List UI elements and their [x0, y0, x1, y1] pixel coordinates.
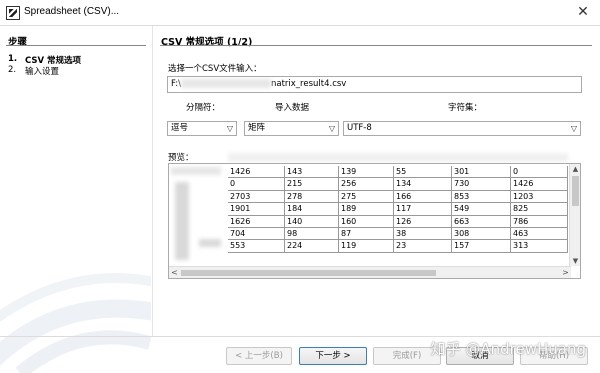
table-cell: 0	[228, 178, 285, 191]
separator-label: 分隔符：	[186, 103, 221, 113]
table-cell: 1901	[228, 203, 285, 216]
chevron-down-icon: ▽	[226, 124, 233, 133]
file-path-suffix: natrix_result4.csv	[270, 79, 347, 89]
watermark: 知乎 @AndrewHuang	[430, 340, 586, 358]
step-label: 输入设置	[25, 67, 60, 77]
table-cell: 38	[394, 228, 452, 241]
charset-value: UTF-8	[347, 123, 372, 133]
preview-table[interactable]: 1426 143 139 55 301 0 0 215 256 134 730 1426 2703 278…	[168, 163, 581, 279]
scroll-up-icon[interactable]: ▲	[570, 165, 580, 173]
table-cell: 825	[511, 203, 568, 216]
table-cell: 853	[452, 190, 511, 204]
footer-divider	[0, 336, 600, 337]
table-cell: 189	[339, 203, 394, 216]
next-button[interactable]: 下一步 >	[299, 347, 367, 365]
redacted-row-labels	[169, 164, 229, 264]
table-cell: 184	[285, 203, 339, 216]
import-data-select[interactable]: 矩阵 ▽	[244, 121, 339, 136]
import-value: 矩阵	[248, 123, 266, 133]
table-cell: 119	[339, 240, 394, 253]
table-cell: 117	[394, 203, 452, 216]
table-cell: 2703	[228, 190, 285, 204]
table-cell: 98	[285, 228, 339, 241]
table-cell: 166	[394, 190, 452, 204]
table-cell: 87	[339, 228, 394, 241]
table-cell: 139	[339, 166, 394, 179]
file-path-prefix: F:\	[171, 79, 181, 89]
table-cell: 553	[228, 240, 285, 253]
steps-panel: 步骤 1. CSV 常规选项 2. 输入设置	[0, 26, 151, 373]
table-cell: 301	[452, 166, 511, 179]
table-cell: 313	[511, 240, 568, 253]
table-cell: 704	[228, 228, 285, 241]
back-button[interactable]: < 上一步(B)	[226, 347, 292, 365]
scroll-thumb[interactable]	[572, 176, 579, 206]
redacted-header	[228, 153, 568, 162]
decorative-swoosh-icon	[0, 273, 151, 373]
panel-title-divider	[160, 45, 592, 46]
scroll-left-icon[interactable]: <	[169, 267, 180, 278]
table-cell: 134	[394, 178, 452, 191]
table-cell: 663	[452, 215, 511, 228]
table-cell: 786	[511, 215, 568, 228]
chevron-down-icon: ▽	[328, 124, 335, 133]
table-cell: 275	[339, 190, 394, 204]
panel-divider	[152, 26, 153, 336]
table-cell: 256	[339, 178, 394, 191]
table-cell: 140	[285, 215, 339, 228]
table-cell: 1626	[228, 215, 285, 228]
scroll-down-icon[interactable]: ▼	[570, 257, 580, 265]
scroll-right-icon[interactable]: >	[560, 267, 571, 278]
table-cell: 730	[452, 178, 511, 191]
step-item-input-settings: 2. 输入设置	[8, 65, 59, 77]
table-cell: 463	[511, 228, 568, 241]
redacted-path	[180, 79, 271, 88]
table-cell: 55	[394, 166, 452, 179]
table-cell: 126	[394, 215, 452, 228]
window-title: Spreadsheet (CSV)...	[24, 6, 120, 17]
table-cell: 215	[285, 178, 339, 191]
app-icon	[6, 6, 20, 20]
vertical-scrollbar[interactable]: ▲ ▼	[569, 164, 580, 266]
file-label: 选择一个CSV文件输入：	[168, 64, 262, 74]
table-cell: 1426	[511, 178, 568, 191]
table-cell: 224	[285, 240, 339, 253]
table-cell: 23	[394, 240, 452, 253]
table-cell: 0	[511, 166, 568, 179]
preview-label: 预览：	[168, 153, 194, 163]
file-path-input[interactable]: F:\ natrix_result4.csv	[167, 76, 582, 93]
step-number: 2.	[8, 65, 17, 75]
steps-divider	[6, 45, 146, 46]
title-bar: Spreadsheet (CSV)... ✕	[0, 0, 600, 26]
chevron-down-icon: ▽	[570, 124, 577, 133]
table-cell: 160	[339, 215, 394, 228]
table-cell: 1203	[511, 190, 568, 204]
separator-select[interactable]: 逗号 ▽	[167, 121, 237, 136]
table-cell: 549	[452, 203, 511, 216]
table-cell: 278	[285, 190, 339, 204]
table-cell: 157	[452, 240, 511, 253]
import-data-label: 导入数据	[275, 103, 310, 113]
table-cell: 143	[285, 166, 339, 179]
separator-value: 逗号	[171, 123, 189, 133]
charset-label: 字符集：	[448, 103, 483, 113]
scroll-thumb[interactable]	[181, 270, 436, 276]
horizontal-scrollbar[interactable]: < >	[169, 266, 571, 278]
close-button[interactable]: ✕	[574, 3, 592, 21]
table-cell: 1426	[228, 166, 285, 179]
charset-select[interactable]: UTF-8 ▽	[343, 121, 581, 136]
table-cell: 308	[452, 228, 511, 241]
